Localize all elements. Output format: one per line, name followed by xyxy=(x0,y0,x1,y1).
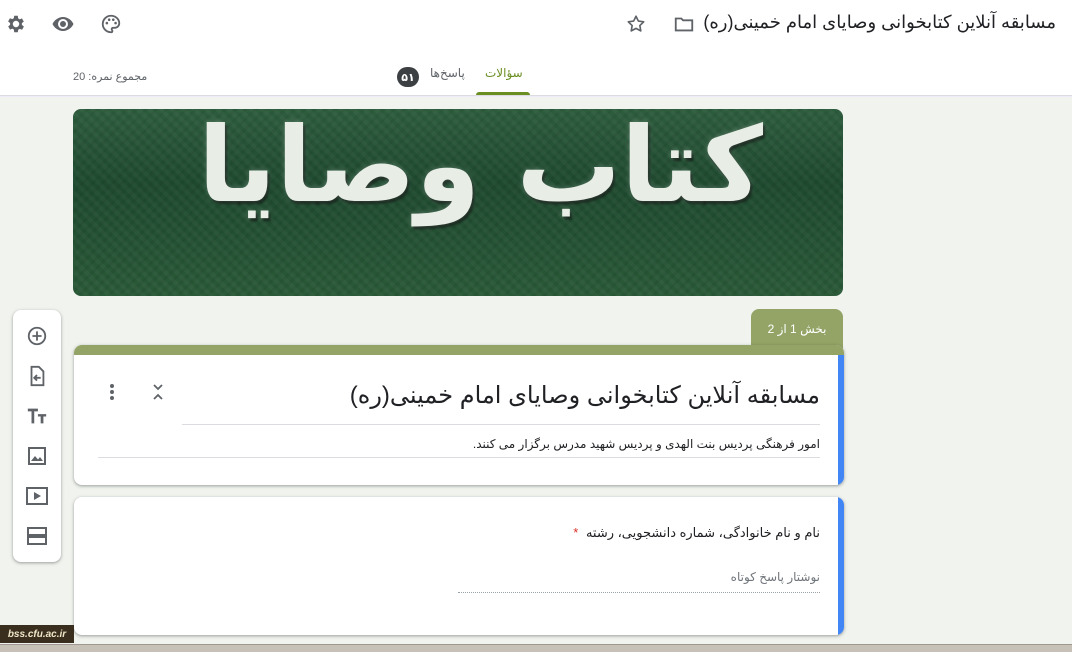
question-label: نام و نام خانوادگی، شماره دانشجویی، رشته xyxy=(585,525,820,540)
form-heading[interactable]: مسابقه آنلاین کتابخوانی وصایای امام خمین… xyxy=(350,381,820,410)
required-asterisk: * xyxy=(573,525,579,540)
add-image-icon[interactable] xyxy=(25,444,49,468)
question-focus-stripe xyxy=(838,497,844,635)
responses-count-badge: ۵۱ xyxy=(397,67,419,87)
preview-eye-icon[interactable] xyxy=(51,12,75,36)
site-watermark: bss.cfu.ac.ir xyxy=(0,625,74,643)
total-points: مجموع نمره: 20 xyxy=(73,71,148,83)
title-card-accent xyxy=(74,345,844,355)
add-section-icon[interactable] xyxy=(25,524,49,548)
active-tab-indicator xyxy=(476,92,530,95)
short-answer-placeholder: نوشتار پاسخ کوتاه xyxy=(730,570,820,584)
add-title-icon[interactable] xyxy=(25,404,49,428)
side-toolbar xyxy=(13,310,61,562)
section-indicator: بخش 1 از 2 xyxy=(751,309,843,349)
more-options-icon[interactable] xyxy=(102,382,122,402)
add-video-icon[interactable] xyxy=(25,484,49,508)
description-underline xyxy=(98,457,820,458)
collapse-section-icon[interactable] xyxy=(148,382,168,402)
form-description[interactable]: امور فرهنگی پردیس بنت الهدی و پردیس شهید… xyxy=(473,437,820,451)
question-text[interactable]: نام و نام خانوادگی، شماره دانشجویی، رشته… xyxy=(573,525,820,541)
header-image-text: کتاب وصایا xyxy=(198,109,765,226)
header-image: کتاب وصایا xyxy=(73,109,843,296)
title-underline xyxy=(182,424,820,425)
import-questions-icon[interactable] xyxy=(25,364,49,388)
short-answer-line xyxy=(458,592,820,593)
add-question-icon[interactable] xyxy=(25,324,49,348)
palette-icon[interactable] xyxy=(99,12,123,36)
tab-responses[interactable]: پاسخ‌ها xyxy=(430,66,465,96)
star-icon[interactable] xyxy=(624,12,648,36)
question-card[interactable]: نام و نام خانوادگی، شماره دانشجویی، رشته… xyxy=(74,497,844,635)
os-taskbar xyxy=(0,644,1072,652)
top-bar: مسابقه آنلاین کتابخوانی وصایای امام خمین… xyxy=(0,0,1072,96)
folder-icon[interactable] xyxy=(672,12,696,36)
form-title-card[interactable]: مسابقه آنلاین کتابخوانی وصایای امام خمین… xyxy=(74,345,844,485)
form-title[interactable]: مسابقه آنلاین کتابخوانی وصایای امام خمین… xyxy=(703,12,1056,33)
focus-stripe xyxy=(838,355,844,485)
settings-icon[interactable] xyxy=(4,12,28,36)
